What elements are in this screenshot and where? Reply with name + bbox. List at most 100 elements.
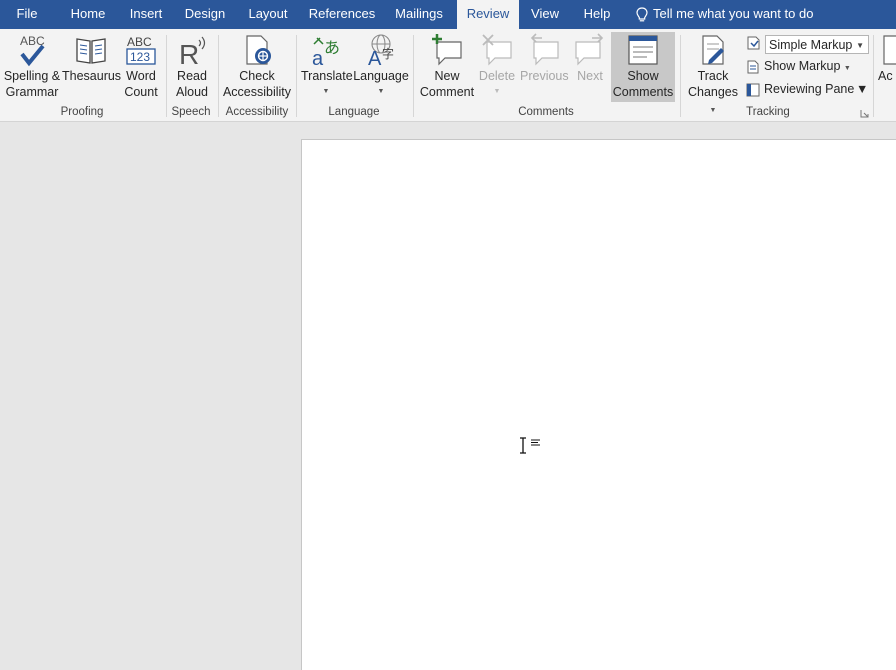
new-comment-icon <box>432 34 462 66</box>
delete-dropdown-caret[interactable]: ▼ <box>476 84 518 100</box>
accept-label-partial: Ac <box>878 69 893 83</box>
tell-me-label: Tell me what you want to do <box>653 6 814 21</box>
markup-display-select[interactable]: Simple Markup ▼ <box>765 35 869 54</box>
next-label: Next <box>577 69 603 83</box>
delete-label: Delete <box>478 69 516 83</box>
reviewing-pane-label: Reviewing Pane <box>764 82 855 96</box>
word-count-button[interactable]: ABC 123 Word Count <box>120 32 162 102</box>
thesaurus-label: Thesaurus <box>62 69 122 83</box>
language-button[interactable]: A 字 Language ▼ <box>353 32 409 102</box>
comments-group-label: Comments <box>518 106 574 118</box>
group-separator <box>166 35 167 117</box>
tab-help[interactable]: Help <box>578 0 616 29</box>
language-globe-icon: A 字 <box>368 34 394 68</box>
next-comment-icon <box>575 33 604 66</box>
read-aloud-label-2: Aloud <box>176 85 208 99</box>
svg-text:あ: あ <box>324 38 340 57</box>
read-aloud-label-1: Read <box>177 69 207 83</box>
review-ribbon: ABC Spelling & Grammar Thesaurus ABC 123… <box>0 29 896 122</box>
ribbon-tab-bar: File Home Insert Design Layout Reference… <box>0 0 896 29</box>
show-comments-icon <box>628 35 658 65</box>
tell-me-search[interactable]: Tell me what you want to do <box>636 0 813 29</box>
tab-review[interactable]: Review <box>457 0 519 29</box>
reviewing-pane-button[interactable]: Reviewing Pane <box>746 79 854 99</box>
speech-group-label: Speech <box>171 106 211 118</box>
tab-file[interactable]: File <box>10 0 44 29</box>
language-dropdown-caret[interactable]: ▼ <box>353 84 409 100</box>
read-aloud-icon: R <box>179 36 206 68</box>
accessibility-group-label: Accessibility <box>225 106 289 118</box>
delete-comment-button[interactable]: Delete ▼ <box>476 32 518 102</box>
spelling-label-1: Spelling & <box>3 69 61 83</box>
next-comment-button[interactable]: Next <box>570 32 610 102</box>
spelling-grammar-button[interactable]: ABC Spelling & Grammar <box>2 32 62 102</box>
new-comment-button[interactable]: New Comment <box>418 32 476 102</box>
accept-icon <box>883 35 896 65</box>
show-markup-button[interactable]: Show Markup ▼ <box>746 56 851 76</box>
track-changes-button[interactable]: Track Changes ▼ <box>684 32 742 114</box>
tab-layout[interactable]: Layout <box>243 0 293 29</box>
translate-button[interactable]: a あ Translate ▼ <box>301 32 353 102</box>
word-count-123-glyph: 123 <box>130 50 150 64</box>
group-separator <box>218 35 219 117</box>
check-accessibility-label-2: Accessibility <box>222 85 292 99</box>
tracking-group-label: Tracking <box>746 106 790 118</box>
word-count-label-1: Word <box>126 69 156 83</box>
show-comments-label-1: Show <box>627 69 659 83</box>
text-cursor-icon <box>520 437 540 454</box>
group-separator <box>296 35 297 117</box>
show-markup-dropdown-caret: ▼ <box>843 65 851 72</box>
tab-view[interactable]: View <box>527 0 563 29</box>
tab-references[interactable]: References <box>306 0 378 29</box>
accessibility-check-icon <box>246 35 271 65</box>
tab-mailings[interactable]: Mailings <box>390 0 448 29</box>
document-page[interactable] <box>301 139 896 670</box>
svg-text:A: A <box>368 48 382 68</box>
show-markup-icon <box>747 60 759 74</box>
markup-display-value: Simple Markup <box>769 38 853 52</box>
word-count-icon: ABC 123 <box>126 35 156 65</box>
word-count-abc-glyph: ABC <box>127 35 152 49</box>
delete-comment-icon <box>482 34 512 66</box>
new-comment-label-1: New <box>434 69 460 83</box>
show-markup-label: Show Markup <box>764 59 841 73</box>
show-comments-button[interactable]: Show Comments <box>611 32 675 102</box>
thesaurus-button[interactable]: Thesaurus <box>62 32 122 102</box>
thesaurus-book-icon <box>76 38 106 64</box>
spelling-check-icon: ABC <box>20 34 45 67</box>
translate-dropdown-caret[interactable]: ▼ <box>301 84 351 100</box>
group-separator <box>413 35 414 117</box>
new-comment-label-2: Comment <box>419 85 475 99</box>
reviewing-pane-icon <box>746 83 760 97</box>
tab-home[interactable]: Home <box>64 0 112 29</box>
track-changes-icon <box>702 35 724 65</box>
check-accessibility-button[interactable]: Check Accessibility <box>221 32 293 102</box>
tab-insert[interactable]: Insert <box>124 0 168 29</box>
proofing-group-label: Proofing <box>60 106 104 118</box>
svg-text:字: 字 <box>382 46 394 61</box>
previous-comment-button[interactable]: Previous <box>520 32 569 102</box>
tracking-dialog-launcher-icon[interactable] <box>860 109 869 118</box>
tab-design[interactable]: Design <box>180 0 230 29</box>
show-comments-label-2: Comments <box>612 85 674 99</box>
group-separator <box>680 35 681 117</box>
translate-label: Translate <box>301 69 353 83</box>
chevron-down-icon: ▼ <box>856 41 864 50</box>
accept-button-partial[interactable]: Ac <box>878 32 896 102</box>
translate-icon: a あ <box>312 37 340 68</box>
track-changes-label-text: Changes <box>687 85 739 99</box>
word-count-label-2: Count <box>124 85 158 99</box>
previous-comment-icon <box>530 33 559 66</box>
read-aloud-button[interactable]: R Read Aloud <box>170 32 214 102</box>
language-group-label: Language <box>328 106 380 118</box>
spelling-label-2: Grammar <box>5 85 59 99</box>
reviewing-pane-dropdown-caret[interactable]: ▼ <box>856 79 868 99</box>
language-label: Language <box>353 69 409 83</box>
lightbulb-icon <box>636 6 648 21</box>
group-separator <box>873 35 874 117</box>
previous-label: Previous <box>520 69 569 83</box>
track-changes-label-1: Track <box>697 69 729 83</box>
display-for-review-icon <box>747 36 760 50</box>
read-aloud-letter: R <box>179 39 199 68</box>
check-accessibility-label-1: Check <box>239 69 275 83</box>
